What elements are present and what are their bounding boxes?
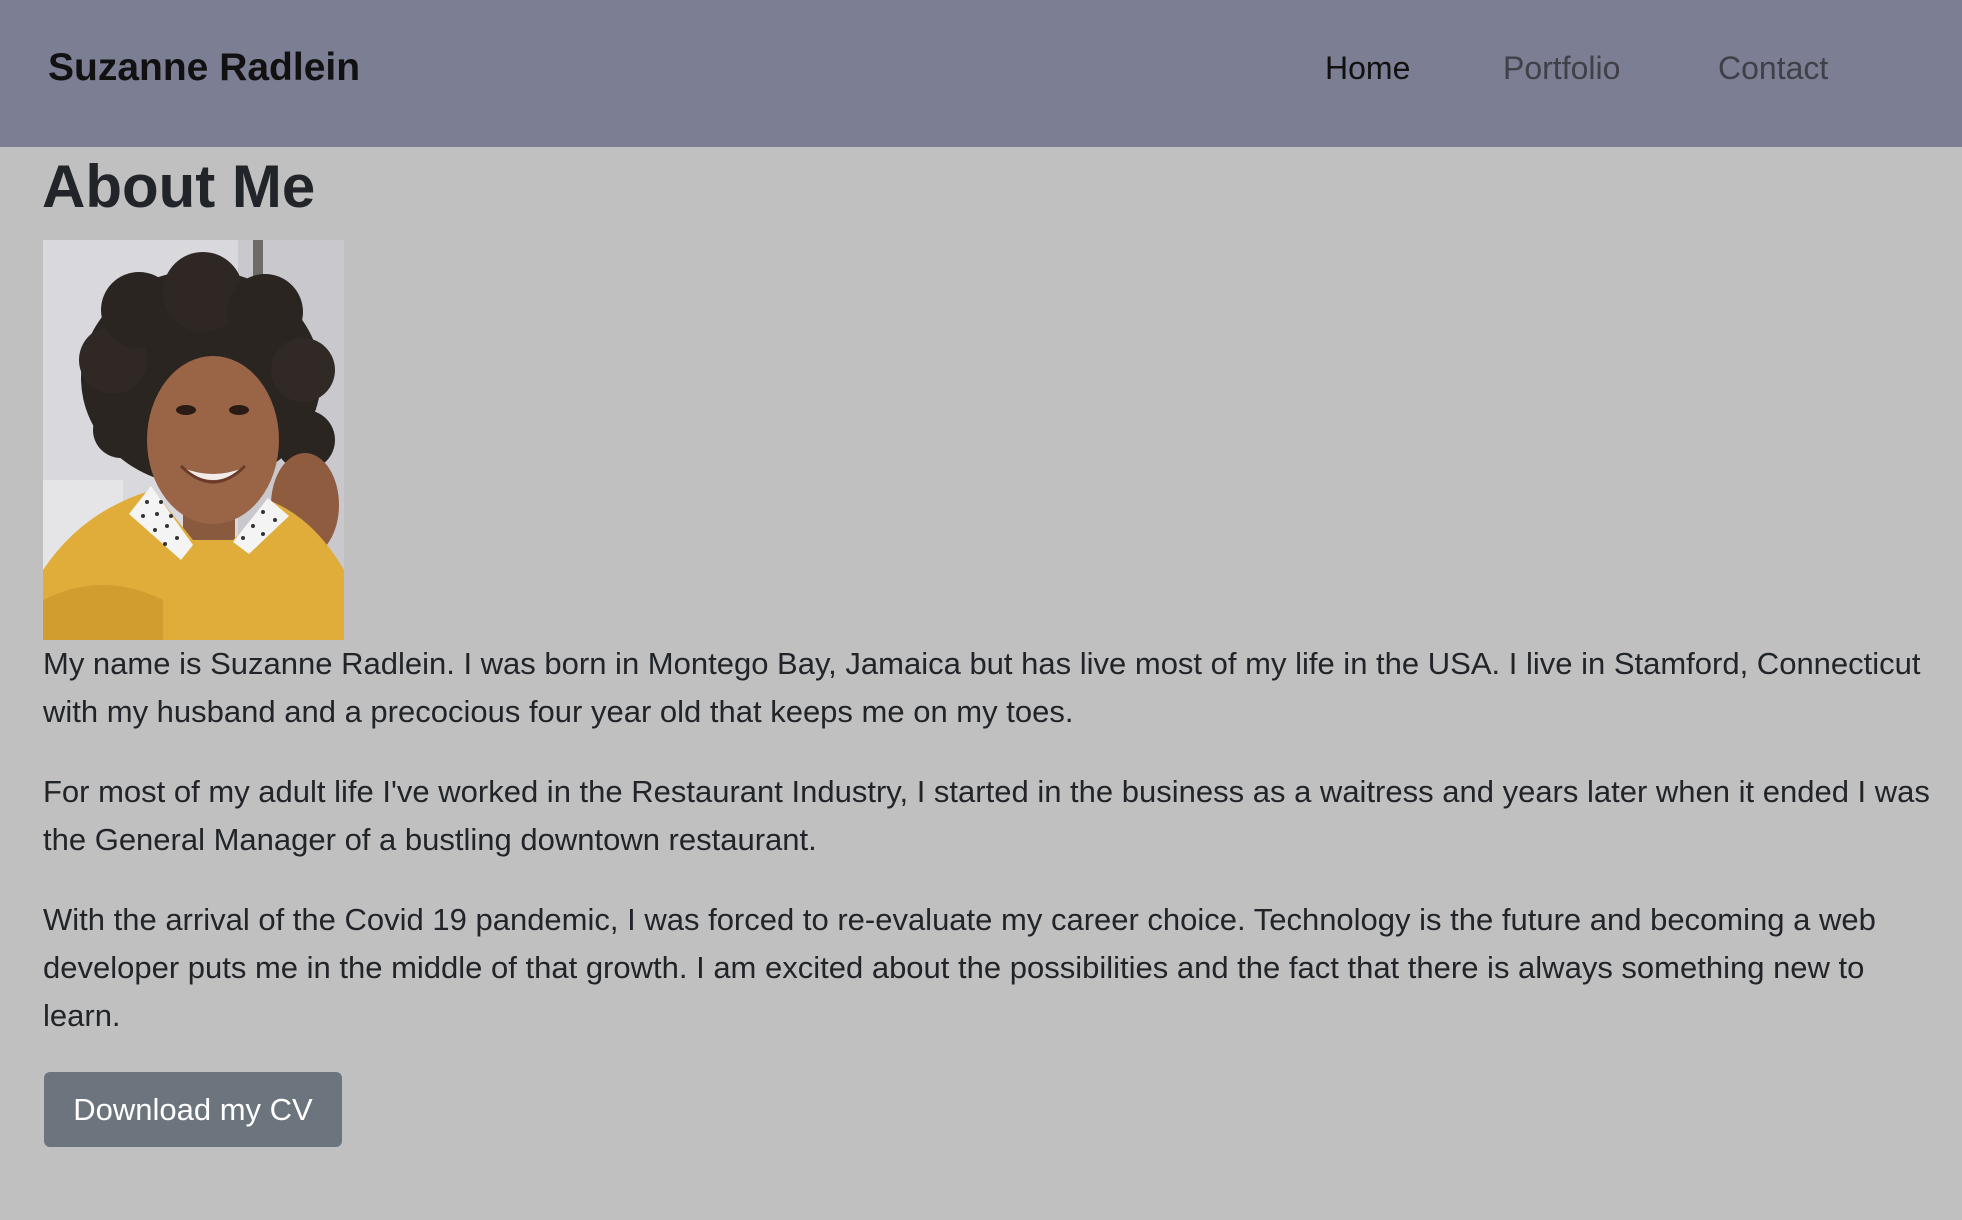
nav-link-home[interactable]: Home	[1325, 46, 1410, 90]
page-title: About Me	[42, 153, 316, 220]
download-cv-button[interactable]: Download my CV	[44, 1072, 342, 1147]
career-paragraph: For most of my adult life I've worked in…	[43, 774, 1930, 857]
nav-links: Home Portfolio Contact	[0, 46, 1962, 92]
nav-link-portfolio[interactable]: Portfolio	[1503, 46, 1620, 90]
future-paragraph: With the arrival of the Covid 19 pandemi…	[43, 902, 1876, 1033]
nav-link-contact[interactable]: Contact	[1718, 46, 1828, 90]
navbar: Suzanne Radlein Home Portfolio Contact	[0, 0, 1962, 147]
profile-photo	[43, 240, 344, 640]
intro-paragraph: My name is Suzanne Radlein. I was born i…	[43, 646, 1921, 729]
